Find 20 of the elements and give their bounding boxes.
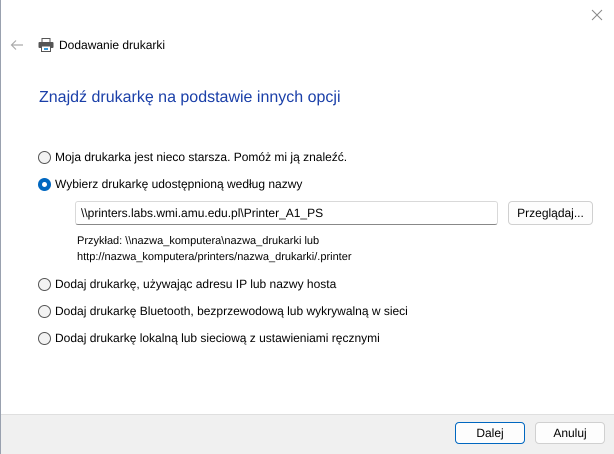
radio-button[interactable] [38,332,51,344]
radio-button[interactable] [38,278,51,290]
option-label: Moja drukarka jest nieco starsza. Pomóż mi ją znaleźć. [55,149,348,166]
window-title: Dodawanie drukarki [59,37,166,54]
hint-text: Przykład: \\nazwa_komputera\nazwa_drukarki lub [77,234,320,249]
radio-button[interactable] [38,304,51,318]
dialog-button[interactable]: Dalej [455,422,525,444]
printer-icon [38,38,54,52]
close-icon [591,9,603,21]
browse-button[interactable]: Przeglądaj... [508,201,593,225]
option-label: Dodaj drukarkę, używając adresu IP lub nazwy hosta [55,276,336,293]
dialog-button[interactable]: Anuluj [535,422,605,444]
radio-button[interactable] [38,178,51,190]
option-label: Dodaj drukarkę lokalną lub sieciową z ustawieniami ręcznymi [55,330,380,347]
radio-button[interactable] [38,150,51,164]
option-label: Dodaj drukarkę Bluetooth, bezprzewodową lub wykrywalną w sieci [55,303,408,320]
printer-path-field[interactable]: \\printers.labs.wmi.amu.edu.pl\Printer_A1_PS [75,201,498,225]
page-heading: Znajdź drukarkę na podstawie innych opcji [39,88,342,108]
hint-text: http://nazwa_komputera/printers/nazwa_drukarki/.printer [77,250,353,265]
option-label: Wybierz drukarkę udostępnioną według nazwy [55,176,302,193]
